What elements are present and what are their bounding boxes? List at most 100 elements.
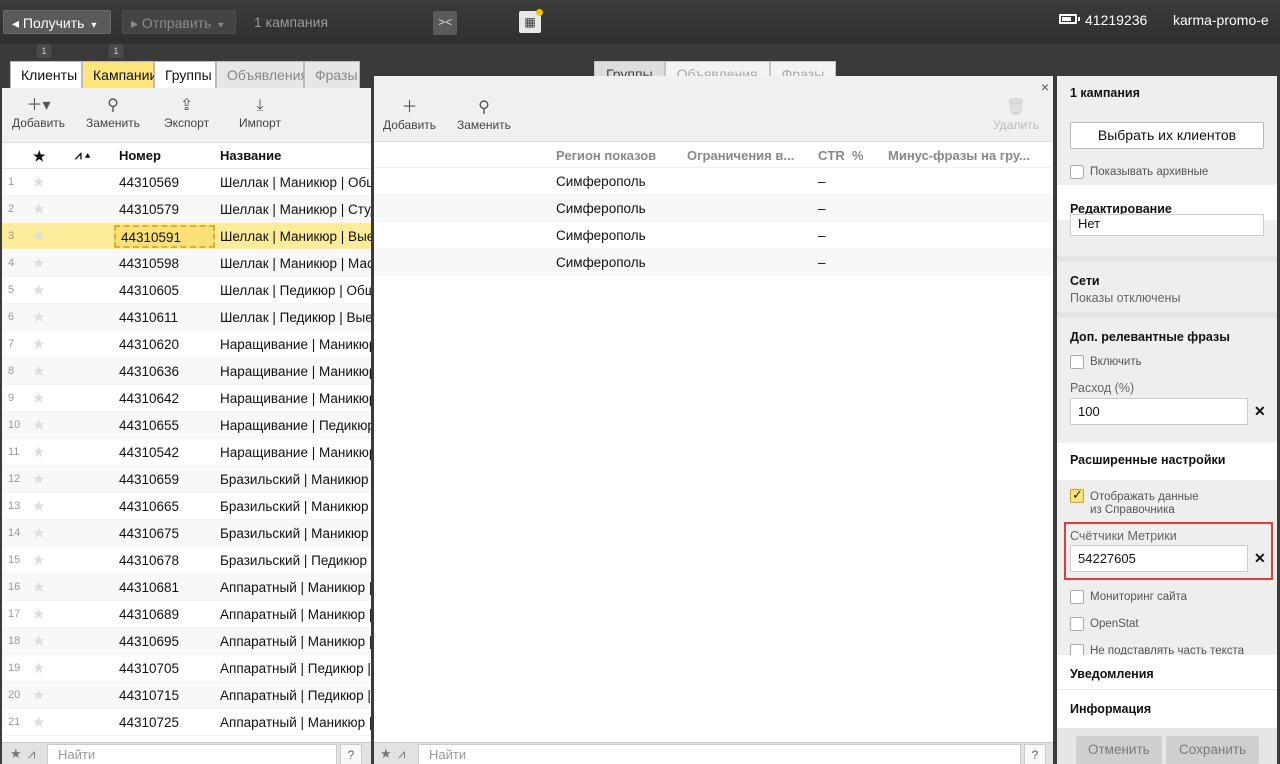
information-section[interactable]: Информация	[1057, 690, 1277, 728]
star-icon[interactable]: ★	[32, 362, 45, 380]
close-icon[interactable]: ×	[1041, 79, 1049, 95]
star-icon[interactable]: ★	[32, 335, 45, 353]
table-row[interactable]: 11 ★ 44310542 Наращивание | Маникюр	[2, 439, 371, 466]
star-icon[interactable]: ★	[32, 605, 45, 623]
table-row[interactable]: 9 ★ 44310642 Наращивание | Маникюр	[2, 385, 371, 412]
add-group-button[interactable]: ＋ Добавить	[383, 98, 436, 132]
table-row[interactable]: 3 ★ 44310591 Шеллак | Маникюр | Вые	[2, 223, 371, 250]
enable-checkbox[interactable]	[1070, 355, 1084, 369]
export-button[interactable]: ⇪ Экспорт	[164, 96, 209, 130]
table-row[interactable]: 12 ★ 44310659 Бразильский | Маникюр |	[2, 466, 371, 493]
star-icon[interactable]: ★	[32, 524, 45, 542]
search-input[interactable]: Найти	[47, 744, 337, 764]
star-column-icon[interactable]: ★	[33, 148, 46, 165]
import-button[interactable]: ⤓ Импорт	[239, 96, 281, 130]
openstat-checkbox[interactable]	[1070, 617, 1084, 631]
tab-ads[interactable]: Объявления	[216, 61, 308, 89]
table-row[interactable]: Симферополь –	[374, 222, 1053, 249]
help-button[interactable]: ?	[340, 744, 362, 764]
star-icon[interactable]: ★	[32, 389, 45, 407]
table-row[interactable]: 7 ★ 44310620 Наращивание | Маникюр	[2, 331, 371, 358]
star-icon[interactable]: ★	[32, 443, 45, 461]
table-row[interactable]: 5 ★ 44310605 Шеллак | Педикюр | Общ	[2, 277, 371, 304]
table-row[interactable]: 14 ★ 44310675 Бразильский | Маникюр |	[2, 520, 371, 547]
tab-clients[interactable]: Клиенты	[10, 61, 82, 89]
campaign-name: Шеллак | Маникюр | Вые	[220, 229, 371, 244]
star-icon[interactable]: ★	[32, 227, 45, 245]
star-filter-icon[interactable]: ★	[10, 746, 22, 762]
star-icon[interactable]: ★	[32, 254, 45, 272]
cancel-button[interactable]: Отменить	[1076, 736, 1162, 764]
status-sort-icon[interactable]: ⩘ ▴	[75, 148, 90, 163]
star-icon[interactable]: ★	[32, 173, 45, 191]
row-index: 17	[8, 608, 21, 620]
monitoring-checkbox[interactable]	[1070, 590, 1084, 604]
star-icon[interactable]: ★	[32, 686, 45, 704]
star-icon[interactable]: ★	[32, 308, 45, 326]
star-icon[interactable]: ★	[32, 551, 45, 569]
star-filter-icon[interactable]: ★	[380, 746, 392, 762]
star-icon[interactable]: ★	[32, 281, 45, 299]
table-row[interactable]: 6 ★ 44310611 Шеллак | Педикюр | Выез	[2, 304, 371, 331]
table-row[interactable]: Симферополь –	[374, 168, 1053, 195]
help-button[interactable]: ?	[1024, 744, 1046, 764]
enable-label: Включить	[1090, 356, 1142, 368]
groups-search-input[interactable]: Найти	[418, 744, 1021, 764]
table-row[interactable]: 2 ★ 44310579 Шеллак | Маникюр | Студ46]	[2, 196, 371, 223]
save-button[interactable]: Сохранить	[1166, 736, 1260, 764]
star-icon[interactable]: ★	[32, 713, 45, 731]
star-icon[interactable]: ★	[32, 632, 45, 650]
column-limits[interactable]: Ограничения в...	[687, 148, 794, 163]
choose-clients-button[interactable]: Выбрать их клиентов	[1070, 122, 1264, 149]
send-button[interactable]: ▸ Отправить ▾	[122, 10, 236, 34]
status-filter-icon[interactable]: ⩘	[398, 746, 405, 762]
star-icon[interactable]: ★	[32, 200, 45, 218]
table-row[interactable]: 13 ★ 44310665 Бразильский | Маникюр |	[2, 493, 371, 520]
table-row[interactable]: 10 ★ 44310655 Наращивание | Педикюр	[2, 412, 371, 439]
column-region[interactable]: Регион показов	[556, 148, 656, 163]
collapse-panels-icon[interactable]: ><	[433, 11, 457, 35]
show-archived-checkbox[interactable]	[1070, 165, 1084, 179]
table-row[interactable]: 18 ★ 44310695 Аппаратный | Маникюр |	[2, 628, 371, 655]
advanced-title: Расширенные настройки	[1070, 453, 1226, 467]
star-icon[interactable]: ★	[32, 578, 45, 596]
star-icon[interactable]: ★	[32, 470, 45, 488]
table-row[interactable]: Симферополь –	[374, 195, 1053, 222]
clear-icon[interactable]: ✕	[1254, 403, 1266, 420]
column-name[interactable]: Название	[220, 148, 281, 163]
table-row[interactable]: 20 ★ 44310715 Аппаратный | Педикюр |	[2, 682, 371, 709]
networks-value[interactable]: Показы отключены	[1070, 291, 1180, 305]
table-row[interactable]: 16 ★ 44310681 Аппаратный | Маникюр |	[2, 574, 371, 601]
editing-select[interactable]: Нет	[1070, 214, 1264, 236]
login-name[interactable]: karma-promo-e	[1173, 12, 1269, 28]
table-row[interactable]: 17 ★ 44310689 Аппаратный | Маникюр |	[2, 601, 371, 628]
column-minus-phrases[interactable]: Минус-фразы на гру...	[888, 148, 1030, 163]
replace-group-button[interactable]: ⚲ Заменить	[457, 98, 511, 132]
status-filter-icon[interactable]: ⩘	[28, 746, 35, 762]
star-icon[interactable]: ★	[32, 416, 45, 434]
add-button[interactable]: ＋▾ Добавить	[12, 96, 65, 130]
notifications-section[interactable]: Уведомления	[1057, 655, 1277, 690]
show-directory-checkbox[interactable]	[1070, 487, 1084, 503]
star-icon[interactable]: ★	[32, 497, 45, 515]
spend-input[interactable]: 100	[1070, 398, 1248, 425]
tab-phrases[interactable]: Фразы	[304, 61, 360, 89]
tab-groups[interactable]: Группы	[154, 61, 216, 89]
table-row[interactable]: 19 ★ 44310705 Аппаратный | Педикюр |	[2, 655, 371, 682]
table-row[interactable]: Симферополь –	[374, 249, 1053, 276]
delete-button[interactable]: 🗑 Удалить	[993, 98, 1039, 132]
table-row[interactable]: 4 ★ 44310598 Шеллак | Маникюр | Масд [668]	[2, 250, 371, 277]
table-row[interactable]: 1 ★ 44310569 Шеллак | Маникюр | Общ [645]	[2, 169, 371, 196]
table-row[interactable]: 21 ★ 44310725 Аппаратный | Маникюр |	[2, 709, 371, 736]
tab-campaigns[interactable]: Кампании	[82, 61, 157, 89]
star-icon[interactable]: ★	[32, 659, 45, 677]
column-number[interactable]: Номер	[119, 148, 161, 163]
row-index: 8	[8, 365, 15, 377]
get-button[interactable]: ◂ Получить ▾	[3, 10, 111, 34]
film-icon[interactable]: ▦	[519, 9, 543, 33]
column-ctr[interactable]: CTR	[818, 148, 845, 163]
table-row[interactable]: 15 ★ 44310678 Бразильский | Педикюр |	[2, 547, 371, 574]
table-row[interactable]: 8 ★ 44310636 Наращивание | Маникюр	[2, 358, 371, 385]
row-index: 9	[8, 392, 15, 404]
replace-button[interactable]: ⚲ Заменить	[86, 96, 140, 130]
